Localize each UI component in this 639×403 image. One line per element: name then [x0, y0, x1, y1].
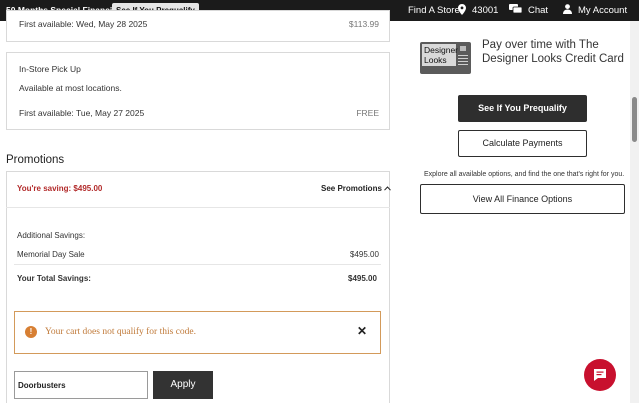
pickup-price: FREE: [356, 108, 379, 118]
credit-card-brand: Designer Looks: [422, 44, 459, 66]
view-finance-options-button[interactable]: View All Finance Options: [420, 184, 625, 214]
delivery-price: $113.99: [348, 19, 379, 29]
savings-divider: [14, 264, 381, 265]
apply-button[interactable]: Apply: [153, 371, 213, 399]
pickup-availability: Available at most locations.: [19, 83, 122, 93]
card-fine-print: [458, 55, 468, 67]
total-savings-value: $495.00: [348, 274, 377, 283]
scrollbar-thumb[interactable]: [632, 97, 637, 142]
credit-card-image: Designer Looks: [420, 42, 471, 74]
promotions-divider: [6, 207, 390, 208]
page-scrollbar[interactable]: [630, 21, 639, 403]
chat-fab[interactable]: [584, 359, 616, 391]
alert-circle-icon: !: [25, 326, 37, 338]
card-chip: [460, 46, 466, 51]
pickup-first-available: First available: Tue, May 27 2025: [19, 108, 145, 118]
chat-icon: [593, 368, 607, 387]
delivery-first-available: First available: Wed, May 28 2025: [19, 19, 148, 29]
promotions-panel: [6, 171, 390, 403]
store-zip: 43001: [472, 5, 499, 16]
pickup-option-card[interactable]: In-Store Pick Up Available at most locat…: [6, 52, 390, 130]
chat-label: Chat: [528, 5, 549, 16]
finance-explore-text: Explore all available options, and find …: [424, 171, 625, 178]
find-store-label: Find A Store: [408, 5, 460, 16]
account-label: My Account: [578, 5, 628, 16]
savings-row-value: $495.00: [350, 250, 379, 259]
chevron-up-icon: [384, 184, 392, 193]
close-icon[interactable]: ✕: [357, 324, 367, 338]
chat-bubble-icon: [509, 4, 523, 17]
account-link[interactable]: My Account: [563, 0, 627, 21]
chat-link[interactable]: Chat: [509, 0, 548, 21]
total-savings-label: Your Total Savings:: [17, 274, 91, 283]
alert-message: Your cart does not qualify for this code…: [45, 327, 197, 337]
promo-code-alert: ! Your cart does not qualify for this co…: [14, 311, 381, 354]
prequalify-button[interactable]: See If You Prequalify: [458, 95, 587, 122]
store-zip-link[interactable]: 43001: [458, 0, 498, 21]
calculate-payments-button[interactable]: Calculate Payments: [458, 130, 587, 157]
promo-code-input[interactable]: [14, 371, 148, 399]
find-store-link[interactable]: Find A Store: [408, 0, 460, 21]
location-pin-icon: [458, 3, 466, 18]
saving-amount: You're saving: $495.00: [17, 184, 103, 193]
pickup-title: In-Store Pick Up: [19, 64, 81, 74]
see-promotions-label: See Promotions: [321, 184, 382, 193]
user-icon: [563, 4, 572, 17]
finance-headline: Pay over time with The Designer Looks Cr…: [482, 39, 624, 65]
additional-savings-label: Additional Savings:: [17, 231, 86, 240]
delivery-option-card[interactable]: First available: Wed, May 28 2025 $113.9…: [6, 10, 390, 42]
promotions-heading: Promotions: [6, 154, 65, 166]
savings-row-label: Memorial Day Sale: [17, 250, 85, 259]
see-promotions-toggle[interactable]: See Promotions: [321, 184, 392, 193]
